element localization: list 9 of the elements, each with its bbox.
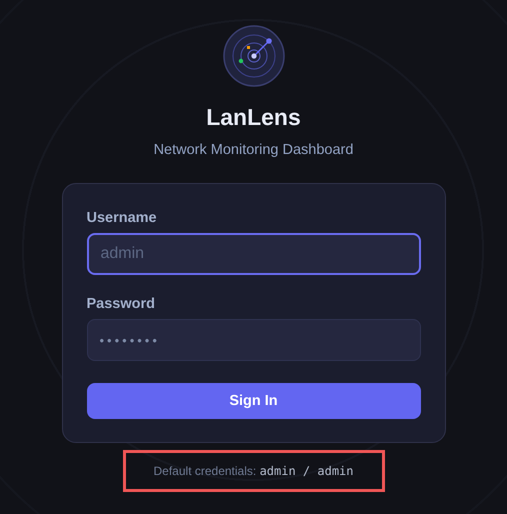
app-title: LanLens bbox=[206, 103, 301, 131]
password-field[interactable]: •••••••• bbox=[86, 319, 420, 361]
sign-in-button[interactable]: Sign In bbox=[86, 383, 420, 419]
app-subtitle: Network Monitoring Dashboard bbox=[154, 141, 354, 159]
radar-logo-icon bbox=[222, 25, 284, 87]
field-label: Username bbox=[86, 209, 158, 227]
username-field[interactable]: admin bbox=[86, 233, 420, 275]
field-label: Password bbox=[86, 295, 156, 313]
credentials-note: Default credentials: admin / admin bbox=[122, 450, 384, 492]
